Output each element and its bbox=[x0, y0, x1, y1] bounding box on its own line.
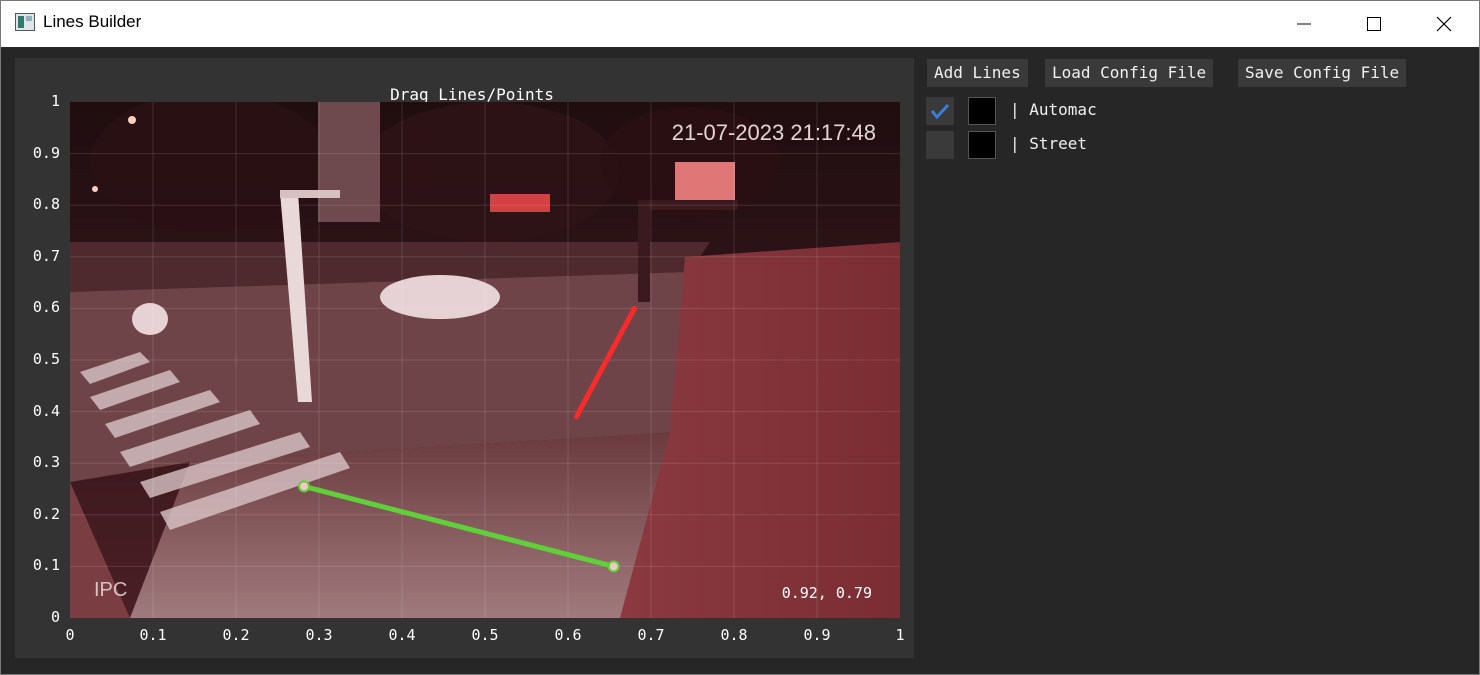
y-tick-label: 0.8 bbox=[32, 195, 60, 214]
y-tick-label: 0.1 bbox=[32, 556, 60, 575]
x-tick-label: 0.2 bbox=[222, 626, 250, 644]
line-point-handle[interactable] bbox=[607, 560, 620, 573]
x-tick-label: 0 bbox=[65, 626, 75, 644]
x-tick-label: 0.9 bbox=[803, 626, 831, 644]
y-tick-label: 0.9 bbox=[32, 143, 60, 162]
minimize-icon bbox=[1297, 23, 1311, 25]
x-tick-label: 0.4 bbox=[388, 626, 416, 644]
app-window: Lines Builder Drag Lines/Points 21-07-20… bbox=[0, 0, 1480, 675]
x-tick-label: 0.1 bbox=[139, 626, 167, 644]
line-label-automac: | Automac bbox=[1010, 100, 1097, 119]
add-lines-button[interactable]: Add Lines bbox=[927, 59, 1028, 87]
x-tick-label: 0.3 bbox=[305, 626, 333, 644]
app-icon bbox=[15, 13, 35, 31]
x-tick-label: 0.8 bbox=[720, 626, 748, 644]
y-tick-label: 0.4 bbox=[32, 401, 60, 420]
camera-image[interactable]: 21-07-2023 21:17:48 IPC bbox=[70, 102, 900, 618]
line-point-handle[interactable] bbox=[298, 480, 311, 493]
close-button[interactable] bbox=[1409, 1, 1479, 47]
y-tick-label: 0.3 bbox=[32, 453, 60, 472]
line-checkbox-automac[interactable] bbox=[926, 97, 954, 125]
line-item-automac: | Automac bbox=[926, 95, 1426, 127]
load-config-button[interactable]: Load Config File bbox=[1045, 59, 1214, 87]
maximize-button[interactable] bbox=[1339, 1, 1409, 47]
minimize-button[interactable] bbox=[1269, 1, 1339, 47]
y-tick-label: 0 bbox=[50, 608, 60, 626]
plot-panel: Drag Lines/Points 21-07-2023 21:17:48 IP… bbox=[15, 58, 914, 658]
y-tick-label: 1 bbox=[50, 92, 60, 110]
y-tick-label: 0.6 bbox=[32, 298, 60, 317]
y-tick-label: 0.5 bbox=[32, 350, 60, 368]
line-item-street: | Street bbox=[926, 129, 1426, 161]
x-tick-label: 1 bbox=[895, 626, 905, 644]
window-title: Lines Builder bbox=[43, 12, 142, 31]
camera-brand: IPC bbox=[94, 579, 127, 601]
maximize-icon bbox=[1367, 17, 1381, 31]
camera-frame-svg: 21-07-2023 21:17:48 IPC bbox=[70, 102, 900, 618]
line-checkbox-street[interactable] bbox=[926, 131, 954, 159]
camera-timestamp: 21-07-2023 21:17:48 bbox=[672, 120, 876, 145]
checkmark-icon bbox=[930, 103, 950, 120]
coordinate-readout: 0.92, 0.79 bbox=[781, 584, 872, 602]
y-tick-label: 0.7 bbox=[32, 246, 60, 265]
y-tick-label: 0.2 bbox=[32, 504, 60, 523]
close-icon bbox=[1436, 16, 1452, 32]
client-area: Drag Lines/Points 21-07-2023 21:17:48 IP… bbox=[1, 47, 1479, 674]
save-config-button[interactable]: Save Config File bbox=[1238, 59, 1407, 87]
line-label-street: | Street bbox=[1010, 134, 1088, 153]
line-color-swatch[interactable] bbox=[968, 97, 996, 125]
x-tick-label: 0.5 bbox=[471, 626, 499, 644]
x-tick-label: 0.7 bbox=[637, 626, 665, 644]
x-tick-label: 0.6 bbox=[554, 626, 582, 644]
title-bar[interactable]: Lines Builder bbox=[1, 1, 1479, 47]
line-color-swatch[interactable] bbox=[968, 131, 996, 159]
